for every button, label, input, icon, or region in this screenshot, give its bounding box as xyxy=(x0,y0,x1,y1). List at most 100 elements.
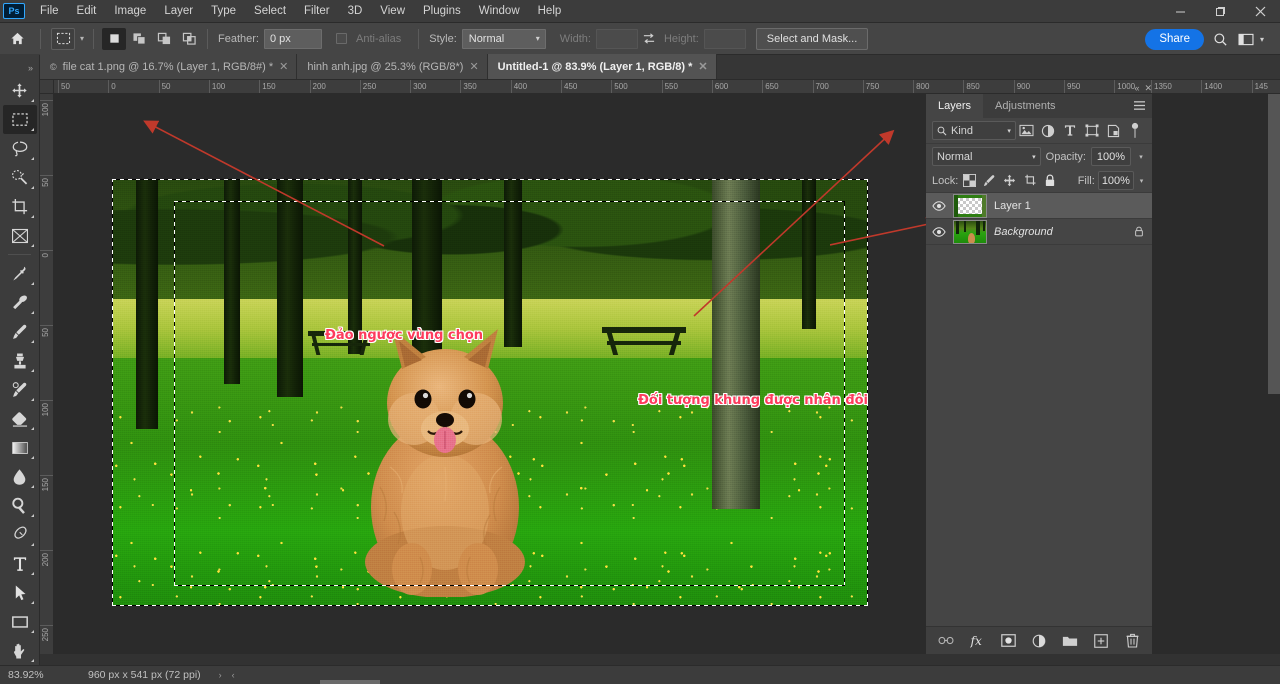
panel-menu-icon[interactable] xyxy=(1133,100,1146,114)
style-select[interactable]: Normal ▾ xyxy=(462,29,546,49)
minimize-button[interactable] xyxy=(1160,0,1200,23)
crop-tool[interactable] xyxy=(3,192,37,221)
share-button[interactable]: Share xyxy=(1145,29,1204,50)
add-layer-mask-icon[interactable] xyxy=(1000,632,1017,649)
status-prev-arrow[interactable]: ‹ xyxy=(232,670,235,680)
frame-tool[interactable] xyxy=(3,221,37,250)
feather-input[interactable]: 0 px xyxy=(264,29,322,49)
close-panel-icon[interactable]: ✕ xyxy=(1144,83,1152,94)
lock-transparent-pixels-icon[interactable] xyxy=(961,171,978,190)
intersect-with-selection-button[interactable] xyxy=(177,28,201,50)
width-input[interactable] xyxy=(596,29,638,49)
move-tool[interactable] xyxy=(3,76,37,105)
quick-selection-tool[interactable] xyxy=(3,163,37,192)
delete-layer-icon[interactable] xyxy=(1124,632,1141,649)
lock-all-icon[interactable] xyxy=(1042,171,1059,190)
hand-tool[interactable] xyxy=(3,636,37,665)
menu-item-filter[interactable]: Filter xyxy=(295,1,339,21)
lock-artboard-icon[interactable] xyxy=(1022,171,1039,190)
document-tab[interactable]: hinh anh.jpg @ 25.3% (RGB/8*)✕ xyxy=(297,54,487,79)
pen-tool[interactable] xyxy=(3,520,37,549)
add-to-selection-button[interactable] xyxy=(127,28,151,50)
expand-toolbar-icon[interactable]: » xyxy=(0,60,39,76)
tab-layers[interactable]: Layers xyxy=(926,94,983,118)
chevron-down-icon[interactable]: ▾ xyxy=(1250,28,1274,50)
tab-adjustments[interactable]: Adjustments xyxy=(983,94,1068,118)
adjustment-filter-icon[interactable] xyxy=(1038,121,1060,141)
fill-value[interactable]: 100% xyxy=(1098,171,1134,190)
tool-preset-picker[interactable]: ▾ xyxy=(47,28,87,50)
layer-visibility-toggle[interactable] xyxy=(932,225,946,239)
layer-name[interactable]: Background xyxy=(994,226,1125,238)
collapse-panels-icon[interactable]: « xyxy=(1134,83,1139,94)
menu-item-file[interactable]: File xyxy=(31,1,68,21)
canvas-area[interactable]: Đảo ngược vùng chọn Đối tượng khung được… xyxy=(54,94,926,654)
menu-item-layer[interactable]: Layer xyxy=(155,1,202,21)
menu-item-edit[interactable]: Edit xyxy=(68,1,106,21)
pixel-filter-icon[interactable] xyxy=(1016,121,1038,141)
anti-alias-checkbox[interactable] xyxy=(336,33,347,44)
close-tab-icon[interactable]: ✕ xyxy=(469,60,478,73)
brush-tool[interactable] xyxy=(3,317,37,346)
select-and-mask-button[interactable]: Select and Mask... xyxy=(756,28,869,50)
home-icon[interactable] xyxy=(0,31,34,46)
type-filter-icon[interactable] xyxy=(1059,121,1081,141)
link-layers-icon[interactable] xyxy=(938,632,955,649)
smart-object-filter-icon[interactable] xyxy=(1103,121,1125,141)
type-tool[interactable] xyxy=(3,549,37,578)
dodge-tool[interactable] xyxy=(3,491,37,520)
layer-row[interactable]: Layer 1 xyxy=(926,193,1152,219)
blur-tool[interactable] xyxy=(3,462,37,491)
zoom-level[interactable]: 83.92% xyxy=(0,669,58,681)
menu-item-3d[interactable]: 3D xyxy=(339,1,372,21)
layer-name[interactable]: Layer 1 xyxy=(994,200,1125,212)
document-tab-active[interactable]: Untitled-1 @ 83.9% (Layer 1, RGB/8) *✕ xyxy=(488,54,717,79)
filter-toggle-icon[interactable] xyxy=(1124,121,1146,141)
eyedropper-tool[interactable] xyxy=(3,259,37,288)
chevron-down-icon[interactable]: ▾ xyxy=(1136,153,1146,161)
opacity-value[interactable]: 100% xyxy=(1091,147,1131,166)
canvas-vertical-scrollbar[interactable] xyxy=(1268,94,1280,654)
close-tab-icon[interactable]: ✕ xyxy=(698,60,707,73)
close-button[interactable] xyxy=(1240,0,1280,23)
lock-image-pixels-icon[interactable] xyxy=(981,171,998,190)
new-group-icon[interactable] xyxy=(1062,632,1079,649)
layer-kind-filter[interactable]: Kind ▾ xyxy=(932,121,1016,140)
rectangular-marquee-tool[interactable] xyxy=(3,105,37,134)
menu-item-type[interactable]: Type xyxy=(202,1,245,21)
spot-healing-brush-tool[interactable] xyxy=(3,288,37,317)
eraser-tool[interactable] xyxy=(3,404,37,433)
chevron-down-icon[interactable]: ▾ xyxy=(1137,177,1146,185)
document-tab[interactable]: ©file cat 1.png @ 16.7% (Layer 1, RGB/8#… xyxy=(40,54,297,79)
new-layer-icon[interactable] xyxy=(1093,632,1110,649)
search-icon[interactable] xyxy=(1208,28,1232,50)
blend-mode-select[interactable]: Normal ▾ xyxy=(932,147,1041,166)
close-tab-icon[interactable]: ✕ xyxy=(279,60,288,73)
menu-item-select[interactable]: Select xyxy=(245,1,295,21)
new-selection-button[interactable] xyxy=(102,28,126,50)
lasso-tool[interactable] xyxy=(3,134,37,163)
status-next-arrow[interactable]: › xyxy=(219,670,222,680)
swap-width-height-icon[interactable] xyxy=(638,29,660,49)
clone-stamp-tool[interactable] xyxy=(3,346,37,375)
rectangle-tool[interactable] xyxy=(3,607,37,636)
menu-item-help[interactable]: Help xyxy=(529,1,571,21)
height-input[interactable] xyxy=(704,29,746,49)
new-adjustment-layer-icon[interactable] xyxy=(1031,632,1048,649)
layer-thumbnail[interactable] xyxy=(953,194,987,218)
layer-row[interactable]: Background xyxy=(926,219,1152,245)
menu-item-plugins[interactable]: Plugins xyxy=(414,1,470,21)
lock-position-icon[interactable] xyxy=(1001,171,1018,190)
shape-filter-icon[interactable] xyxy=(1081,121,1103,141)
gradient-tool[interactable] xyxy=(3,433,37,462)
vertical-ruler[interactable]: 10050050100150200250 xyxy=(40,94,54,654)
add-layer-style-icon[interactable]: fx xyxy=(969,632,986,649)
path-selection-tool[interactable] xyxy=(3,578,37,607)
menu-item-image[interactable]: Image xyxy=(105,1,155,21)
maximize-button[interactable] xyxy=(1200,0,1240,23)
menu-item-window[interactable]: Window xyxy=(470,1,529,21)
subtract-from-selection-button[interactable] xyxy=(152,28,176,50)
scrollbar-thumb[interactable] xyxy=(1268,94,1280,394)
chevron-down-icon[interactable]: ▾ xyxy=(77,34,87,43)
layer-visibility-toggle[interactable] xyxy=(932,199,946,213)
